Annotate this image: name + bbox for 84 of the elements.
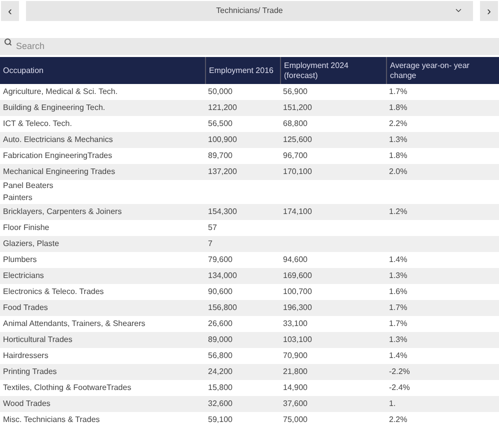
- table-cell: Electronics & Teleco. Trades: [3, 286, 104, 298]
- table-cell: 103,100: [283, 334, 312, 346]
- table-cell: 1.4%: [389, 350, 408, 362]
- table-cell: 57: [208, 222, 217, 234]
- table-cell: 75,000: [283, 414, 308, 426]
- table-cell: Mechanical Engineering Trades: [3, 166, 116, 178]
- table-cell: ICT & Teleco. Tech.: [3, 118, 72, 130]
- category-dropdown[interactable]: Technicians/ Trade: [26, 0, 473, 20]
- table-cell: Fabrication EngineeringTrades: [3, 150, 112, 162]
- table-cell: 1.3%: [389, 134, 408, 146]
- table-cell: Printing Trades: [3, 366, 57, 378]
- table-cell: 1.2%: [389, 206, 408, 218]
- table-cell: 26,600: [208, 318, 232, 330]
- table-cell: 137,200: [208, 166, 237, 178]
- table-cell: 174,100: [283, 206, 312, 218]
- table-cell: 15,800: [208, 382, 232, 394]
- table-cell: 196,300: [283, 302, 312, 314]
- search-field[interactable]: Search: [0, 38, 499, 54]
- table-cell: 79,600: [208, 254, 232, 266]
- table-cell: Building & Engineering Tech.: [3, 102, 106, 114]
- table-cell: Agriculture, Medical & Sci. Tech.: [3, 86, 118, 98]
- table-cell: Glaziers, Plaste: [3, 238, 60, 250]
- column-header: Occupation: [2, 64, 44, 77]
- table-cell: 170,100: [283, 166, 312, 178]
- table-cell: 1.8%: [389, 102, 408, 114]
- table-cell: 56,500: [208, 118, 232, 130]
- table-cell: 156,800: [208, 302, 237, 314]
- table-cell: 125,600: [283, 134, 312, 146]
- table-cell: 21,800: [283, 366, 308, 378]
- table-cell: Hairdressers: [3, 350, 48, 362]
- search-icon: [4, 38, 12, 46]
- table-cell: Horticultural Trades: [3, 334, 72, 346]
- table-cell: 68,800: [283, 118, 308, 130]
- table-cell: 50,000: [208, 86, 232, 98]
- table-cell: 94,600: [283, 254, 308, 266]
- table-cell: 1.: [389, 398, 396, 410]
- table-cell: Wood Trades: [3, 398, 50, 410]
- table-cell: 90,600: [208, 286, 232, 298]
- table-cell: 37,600: [283, 398, 308, 410]
- table-cell: Food Trades: [3, 302, 48, 314]
- table-cell: Misc. Technicians & Trades: [3, 414, 100, 426]
- table-cell: 56,800: [208, 350, 232, 362]
- table-cell: 32,600: [208, 398, 232, 410]
- table-cell: 7: [208, 238, 212, 250]
- table-cell: 56,900: [283, 86, 308, 98]
- table-cell: Floor Finishe: [3, 222, 50, 234]
- table-cell: 1.7%: [389, 318, 408, 330]
- table-cell: 2.0%: [389, 166, 408, 178]
- table-cell: 2.2%: [389, 414, 408, 426]
- next-button[interactable]: ›: [480, 0, 498, 20]
- table-cell: Plumbers: [3, 254, 37, 266]
- table-cell: 33,100: [283, 318, 308, 330]
- table-cell: -2.4%: [389, 382, 410, 394]
- table-cell: 89,700: [208, 150, 232, 162]
- table-cell: -2.2%: [389, 366, 410, 378]
- table-cell: 2.2%: [389, 118, 408, 130]
- table-cell: 169,600: [283, 270, 312, 282]
- table-cell: 1.8%: [389, 150, 408, 162]
- table-cell: 100,900: [208, 134, 237, 146]
- table-cell: 134,000: [208, 270, 237, 282]
- table-cell: Textiles, Clothing & FootwareTrades: [3, 382, 132, 394]
- table-cell: 1.4%: [389, 254, 408, 266]
- chevron-down-icon: [454, 6, 463, 15]
- table-cell: Auto. Electricians & Mechanics: [3, 134, 113, 146]
- table-cell: 1.7%: [389, 302, 408, 314]
- table-cell: 1.6%: [389, 286, 408, 298]
- table-cell: Electricians: [3, 270, 44, 282]
- table-cell: 1.3%: [389, 270, 408, 282]
- table-cell: Panel Beaters Painters: [3, 180, 54, 204]
- table-cell: 121,200: [208, 102, 237, 114]
- table-cell: Bricklayers, Carpenters & Joiners: [3, 206, 122, 218]
- table-cell: 1.3%: [389, 334, 408, 346]
- table-cell: 100,700: [283, 286, 312, 298]
- table-cell: 96,700: [283, 150, 308, 162]
- table-cell: 59,100: [208, 414, 232, 426]
- previous-button[interactable]: ‹: [1, 0, 19, 20]
- table-cell: 89,000: [208, 334, 232, 346]
- table-cell: Animal Attendants, Trainers, & Shearers: [3, 318, 146, 330]
- table-cell: 154,300: [208, 206, 237, 218]
- table-cell: 14,900: [283, 382, 308, 394]
- table-cell: 151,200: [283, 102, 312, 114]
- table-cell: 1.7%: [389, 86, 408, 98]
- table-cell: 70,900: [283, 350, 308, 362]
- table-cell: 24,200: [208, 366, 232, 378]
